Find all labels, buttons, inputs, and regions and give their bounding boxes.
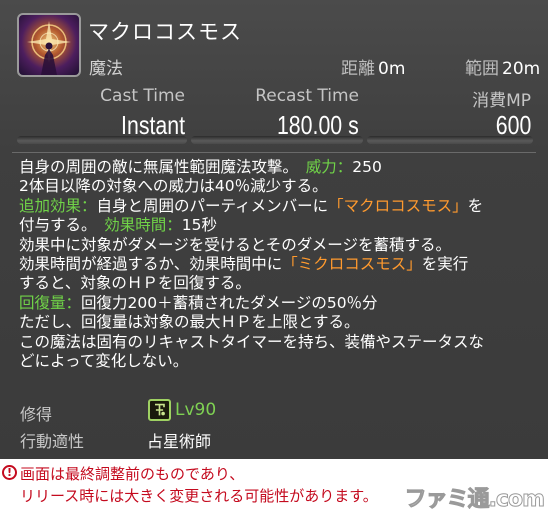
- macrocosmos-icon: [17, 13, 81, 77]
- recast-time-box: Recast Time 180.00 s: [191, 86, 363, 146]
- radius-label: 範囲: [465, 59, 499, 79]
- notice-banner: ! 画面は最終調整前のものであり、 リリース時には大きく変更される可能性がありま…: [0, 459, 548, 509]
- description-line: 2体目以降の対象への威力は40％減少する。: [19, 177, 328, 196]
- description-text: を: [467, 196, 484, 215]
- astrologian-job-icon: [148, 399, 171, 421]
- job-value: 占星術師: [147, 432, 212, 451]
- description-line: すると、対象のＨＰを回復する。: [19, 274, 251, 293]
- recast-time-bar: [191, 136, 363, 144]
- range-value: 0m: [378, 59, 406, 79]
- action-tooltip: マクロコスモス 魔法 距離 0m 範囲 20m Cast Time Instant …: [0, 0, 548, 459]
- description-line: ただし、回復量は対象の最大ＨＰを上限とする。: [19, 313, 360, 332]
- description-line: 追加効果：自身と周囲のパーティメンバーに「マクロコスモス」を: [19, 197, 535, 216]
- status-macrocosmos: 「マクロコスモス」: [328, 196, 468, 215]
- action-name: マクロコスモス: [88, 20, 242, 44]
- mp-cost-label: 消費MP: [472, 91, 531, 111]
- cast-time-box: Cast Time Instant: [17, 86, 187, 146]
- radius-value: 20m: [502, 59, 541, 79]
- description-text: 自身の周囲の敵に無属性範囲魔法攻撃。: [19, 158, 306, 176]
- description-line: 付与する。 効果時間：15秒: [19, 216, 535, 235]
- mp-cost-box: 消費MP 600: [367, 86, 533, 146]
- mp-cost-bar: [367, 136, 533, 144]
- range-stat: 距離 0m: [341, 54, 405, 79]
- potency-value: 250: [352, 158, 382, 176]
- action-microcosmos: 「ミクロコスモス」: [282, 254, 422, 273]
- description-line: この魔法は固有のリキャストタイマーを持ち、装備やステータスな: [19, 332, 485, 351]
- cure-potency-label: 回復量：: [19, 293, 82, 312]
- duration-value: 15秒: [181, 216, 218, 235]
- warning-icon: !: [2, 465, 17, 480]
- required-level: Lv90: [175, 400, 217, 420]
- duration-label: 効果時間：: [104, 216, 182, 235]
- notice-line-2: リリース時には大きく変更される可能性があります。: [20, 487, 378, 505]
- description-line: 効果中に対象がダメージを受けるとそのダメージを蓄積する。: [19, 235, 451, 254]
- description-line: どによって変化しない。: [19, 351, 189, 370]
- job-label: 行動適性: [20, 432, 85, 451]
- recast-time-label: Recast Time: [255, 86, 359, 106]
- acquired-label: 修得: [20, 405, 53, 424]
- additional-effect-label: 追加効果：: [19, 196, 97, 215]
- description-text: 自身と周囲のパーティメンバーに: [96, 196, 329, 215]
- range-label: 距離: [341, 59, 375, 79]
- cure-potency-value: 回復力200＋蓄積されたダメージの50％分: [81, 293, 378, 312]
- description-line: 効果時間が経過するか、効果時間中に「ミクロコスモス」を実行: [19, 255, 535, 274]
- watermark-logo: ファミ通.com: [404, 487, 545, 509]
- description-text: を実行: [421, 254, 469, 273]
- cast-time-bar: [17, 136, 187, 144]
- cast-time-label: Cast Time: [100, 86, 185, 106]
- description-text: 効果時間が経過するか、効果時間中に: [19, 254, 283, 273]
- action-description: 自身の周囲の敵に無属性範囲魔法攻撃。 威力：250 2体目以降の対象への威力は4…: [19, 158, 535, 371]
- radius-stat: 範囲 20m: [465, 54, 540, 79]
- description-line: 自身の周囲の敵に無属性範囲魔法攻撃。 威力：250: [19, 158, 535, 177]
- description-line: 回復量：回復力200＋蓄積されたダメージの50％分: [19, 294, 535, 313]
- description-text: 付与する。: [19, 216, 105, 235]
- potency-label: 威力：: [305, 158, 353, 176]
- divider: [12, 152, 536, 153]
- notice-line-1: 画面は最終調整前のものであり、: [20, 465, 245, 483]
- action-category: 魔法: [89, 59, 123, 79]
